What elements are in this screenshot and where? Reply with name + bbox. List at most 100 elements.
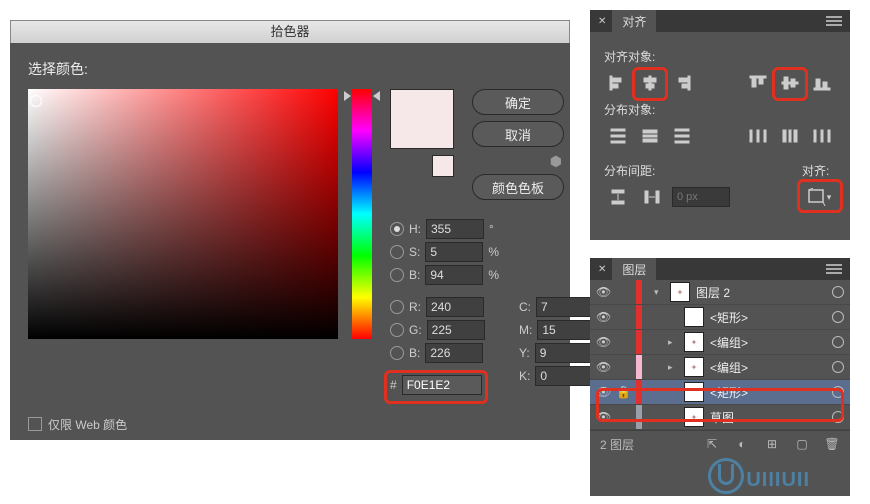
layer-name[interactable]: 草图 [710,409,826,426]
hdist-right-icon[interactable] [808,124,836,148]
vdist-center-icon[interactable] [636,124,664,148]
target-icon[interactable] [832,386,844,398]
layer-name[interactable]: <编组> [710,359,826,376]
web-only-checkbox[interactable] [28,417,42,431]
r-label: R: [409,300,421,314]
color-swatches-button[interactable]: 颜色色板 [472,174,564,200]
align-top-icon[interactable] [744,71,772,95]
close-icon[interactable]: ✕ [598,16,606,27]
panel-menu-icon[interactable] [826,264,842,274]
vdist-bottom-icon[interactable] [668,124,696,148]
panel-menu-icon[interactable] [826,16,842,26]
twirl-icon[interactable]: ▸ [668,362,678,373]
close-icon[interactable]: ✕ [598,264,606,275]
hdist-center-icon[interactable] [776,124,804,148]
align-tab[interactable]: 对齐 [612,10,656,33]
y-input[interactable] [535,343,593,363]
ok-button[interactable]: 确定 [472,89,564,115]
locate-icon[interactable]: ⇱ [704,436,720,452]
hex-input[interactable] [402,375,482,395]
s-input[interactable] [425,242,483,262]
layer-row[interactable]: 👁 <矩形> [590,305,850,330]
visibility-icon[interactable]: 👁 [596,335,610,349]
sat-radio[interactable] [390,245,404,259]
new-sublayer-icon[interactable]: ⊞ [764,436,780,452]
align-hcenter-icon[interactable] [636,71,664,95]
target-icon[interactable] [832,311,844,323]
hspace-icon[interactable] [638,185,666,209]
hue-radio[interactable] [390,222,404,236]
b-label: B: [409,268,420,282]
layer-name[interactable]: <编组> [710,334,826,351]
vspace-icon[interactable] [604,185,632,209]
color-spectrum[interactable] [28,89,338,339]
hdist-left-icon[interactable] [744,124,772,148]
layer-thumb: ✦ [684,357,704,377]
g-label: G: [409,323,422,337]
visibility-icon[interactable]: 👁 [596,410,610,424]
layer-count: 2 图层 [600,436,634,453]
target-icon[interactable] [832,336,844,348]
bri-radio[interactable] [390,268,404,282]
lock-icon[interactable]: 🔒 [616,385,630,399]
h-input[interactable] [426,219,484,239]
g-input[interactable] [427,320,485,340]
spacing-input[interactable]: 0 px [672,187,730,207]
h-label: H: [409,222,421,236]
color-bar [636,380,642,404]
visibility-icon[interactable]: 👁 [596,285,610,299]
align-left-icon[interactable] [604,71,632,95]
y-label: Y: [519,346,530,360]
target-icon[interactable] [832,361,844,373]
align-vcenter-icon[interactable] [776,71,804,95]
new-layer-icon[interactable]: ▢ [794,436,810,452]
b-input[interactable] [425,265,483,285]
cancel-button[interactable]: 取消 [472,121,564,147]
layer-row[interactable]: 👁 ▸ ✦ <编组> [590,355,850,380]
hue-slider[interactable] [352,89,372,339]
k-input[interactable] [535,366,593,386]
vdist-top-icon[interactable] [604,124,632,148]
r-input[interactable] [426,297,484,317]
blue-radio[interactable] [390,346,404,360]
layer-row[interactable]: 👁▾✦图层 2 [590,280,850,305]
m-label: M: [519,323,532,337]
target-icon[interactable] [832,286,844,298]
c-input[interactable] [536,297,594,317]
mask-icon[interactable]: ◐ [734,436,750,452]
layer-row[interactable]: 👁 🔒 <矩形> [590,380,850,405]
visibility-icon[interactable]: 👁 [596,385,610,399]
layer-row[interactable]: 👁✦草图 [590,405,850,430]
k-label: K: [519,369,530,383]
color-bar [636,330,642,354]
cube-icon: ⬢ [474,153,562,170]
spectrum-cursor[interactable] [30,95,42,107]
layer-thumb [684,382,704,402]
layer-name[interactable]: <矩形> [710,309,826,326]
visibility-icon[interactable]: 👁 [596,310,610,324]
align-bottom-icon[interactable] [808,71,836,95]
align-to-artboard-icon[interactable]: ▾ [802,185,836,209]
s-label: S: [409,245,420,259]
layer-thumb: ✦ [684,332,704,352]
target-icon[interactable] [832,411,844,423]
layer-name[interactable]: <矩形> [710,384,826,401]
twirl-icon[interactable]: ▾ [654,287,664,298]
color-bar [636,405,642,429]
previous-color-swatch[interactable] [432,155,454,177]
b2-input[interactable] [425,343,483,363]
layer-thumb [684,307,704,327]
twirl-icon[interactable]: ▸ [668,337,678,348]
layers-tab[interactable]: 图层 [612,258,656,281]
align-right-icon[interactable] [668,71,696,95]
distribute-spacing-label: 分布间距: [604,162,730,179]
color-bar [636,355,642,379]
green-radio[interactable] [390,323,404,337]
red-radio[interactable] [390,300,404,314]
layer-row[interactable]: 👁 ▸ ✦ <编组> [590,330,850,355]
visibility-icon[interactable]: 👁 [596,360,610,374]
m-input[interactable] [537,320,595,340]
align-objects-label: 对齐对象: [604,48,836,65]
layer-name[interactable]: 图层 2 [696,284,826,301]
delete-layer-icon[interactable]: 🗑 [824,436,840,452]
